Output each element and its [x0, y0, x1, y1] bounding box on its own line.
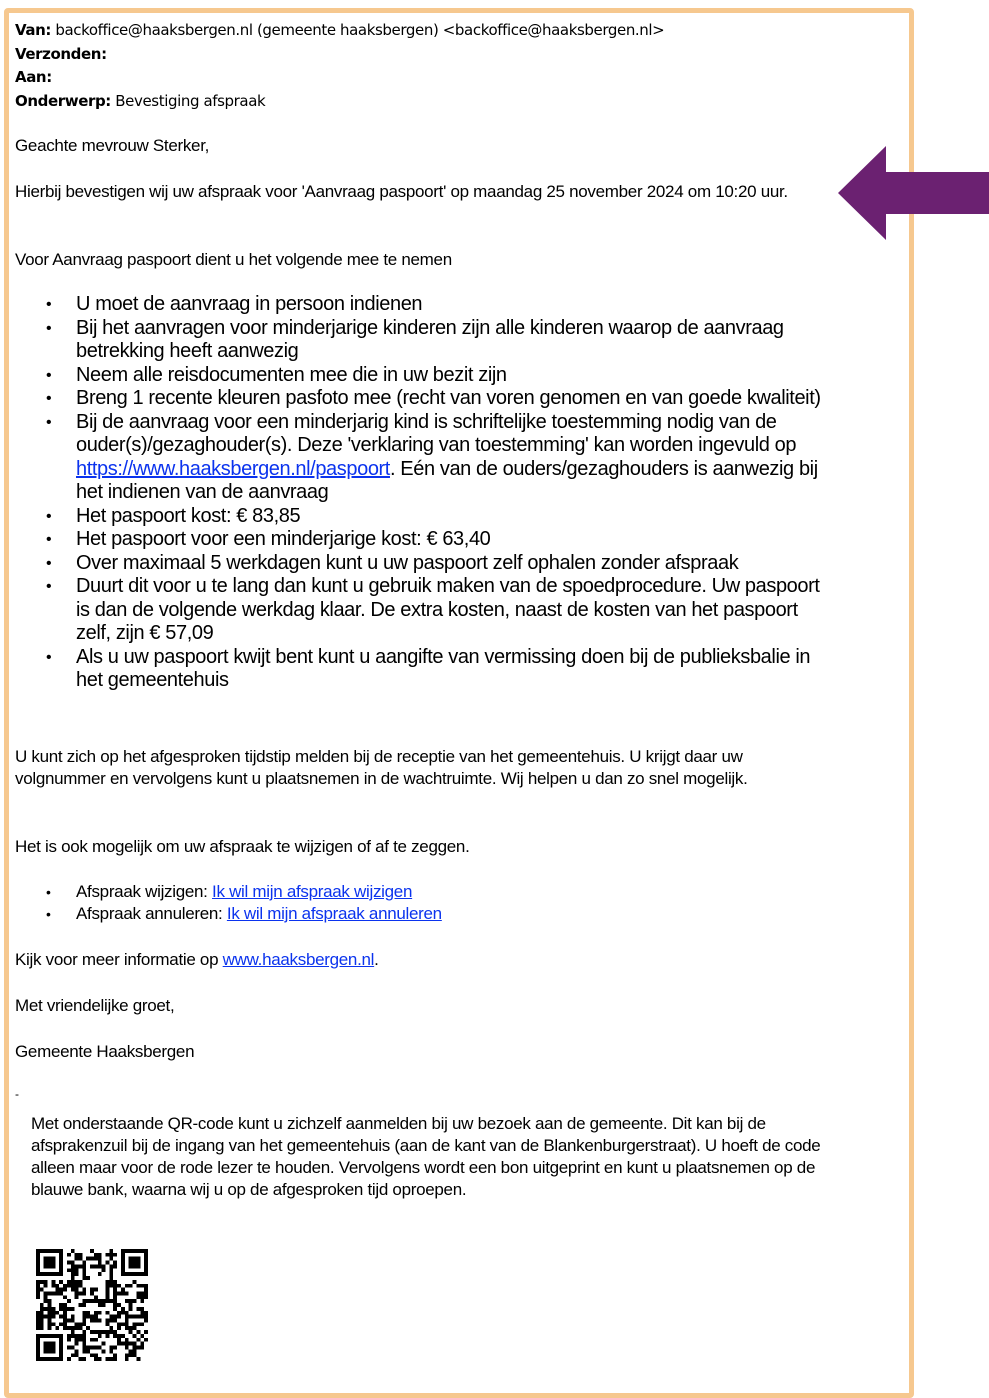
qr-instructions: Met onderstaande QR-code kunt u zichzelf… — [31, 1114, 821, 1199]
sent-line: Verzonden: — [15, 44, 107, 63]
greeting: Geachte mevrouw Sterker, — [15, 136, 210, 155]
appointment-confirmation: Hierbij bevestigen wij uw afspraak voor … — [15, 182, 788, 201]
change-intro: Het is ook mogelijk om uw afspraak te wi… — [15, 837, 470, 856]
separator-dash: - — [15, 1087, 19, 1101]
list-item: Bij het aanvragen voor minderjarige kind… — [46, 317, 836, 364]
website-link[interactable]: www.haaksbergen.nl — [223, 950, 375, 969]
list-item: Als u uw paspoort kwijt bent kunt u aang… — [46, 646, 836, 693]
change-appointment-link[interactable]: Ik wil mijn afspraak wijzigen — [212, 882, 412, 901]
list-item: Bij de aanvraag voor een minderjarig kin… — [46, 411, 836, 505]
list-item: Neem alle reisdocumenten mee die in uw b… — [46, 364, 836, 388]
passport-link[interactable]: https://www.haaksbergen.nl/paspoort — [76, 458, 390, 480]
more-info: Kijk voor meer informatie op www.haaksbe… — [15, 950, 379, 969]
signature: Gemeente Haaksbergen — [15, 1042, 195, 1061]
from-value: backoffice@haaksbergen.nl (gemeente haak… — [55, 21, 665, 39]
list-item: Het paspoort kost: € 83,85 — [46, 505, 836, 529]
email-header: Van: backoffice@haaksbergen.nl (gemeente… — [15, 19, 665, 113]
subject-value: Bevestiging afspraak — [115, 91, 266, 110]
qr-code-icon — [36, 1249, 148, 1361]
list-item: U moet de aanvraag in persoon indienen — [46, 293, 836, 317]
closing: Met vriendelijke groet, — [15, 996, 175, 1015]
requirements-list: U moet de aanvraag in persoon indienen B… — [46, 293, 836, 693]
arrow-left-icon — [838, 146, 989, 240]
list-item: Duurt dit voor u te lang dan kunt u gebr… — [46, 575, 836, 646]
list-item: Breng 1 recente kleuren pasfoto mee (rec… — [46, 387, 836, 411]
cancel-appointment-link[interactable]: Ik wil mijn afspraak annuleren — [227, 904, 442, 923]
list-item: Afspraak annuleren: Ik wil mijn afspraak… — [46, 903, 442, 925]
change-list: Afspraak wijzigen: Ik wil mijn afspraak … — [46, 881, 442, 925]
list-item: Het paspoort voor een minderjarige kost:… — [46, 528, 836, 552]
arrival-instructions: U kunt zich op het afgesproken tijdstip … — [15, 747, 748, 788]
subject-line: Onderwerp: Bevestiging afspraak — [15, 91, 266, 110]
bring-intro: Voor Aanvraag paspoort dient u het volge… — [15, 250, 452, 269]
from-line: Van: backoffice@haaksbergen.nl (gemeente… — [15, 21, 665, 39]
list-item: Over maximaal 5 werkdagen kunt u uw pasp… — [46, 552, 836, 576]
to-line: Aan: — [15, 68, 52, 86]
list-item: Afspraak wijzigen: Ik wil mijn afspraak … — [46, 881, 442, 903]
